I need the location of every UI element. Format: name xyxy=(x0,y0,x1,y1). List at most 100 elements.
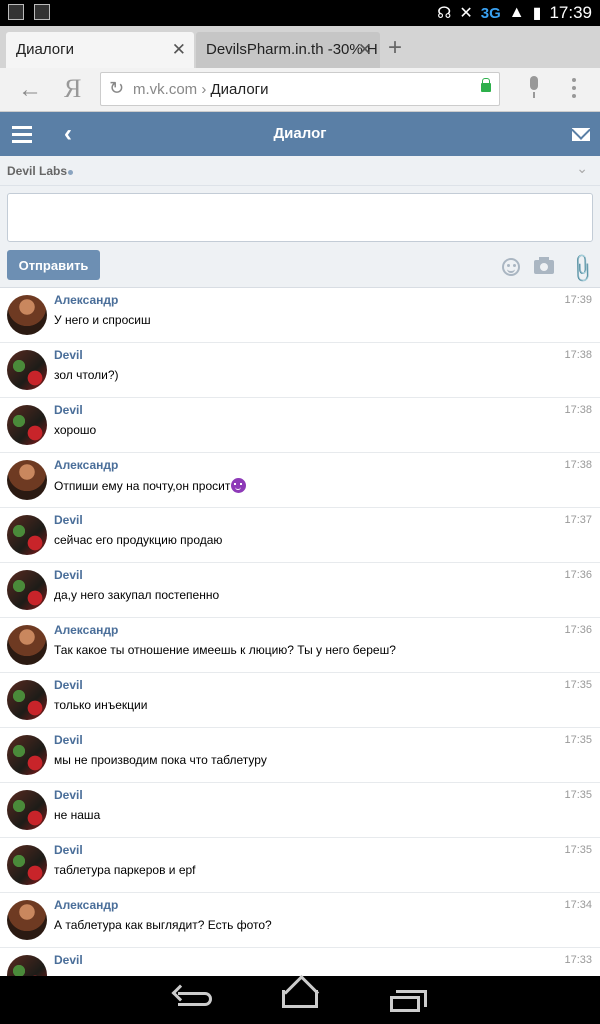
message-item[interactable]: Devil 17:38 хорошо xyxy=(0,398,600,453)
url-text: m.vk.com › Диалоги xyxy=(133,81,269,98)
message-time: 17:35 xyxy=(564,734,592,746)
message-time: 17:35 xyxy=(564,679,592,691)
mail-icon[interactable] xyxy=(572,128,590,141)
avatar[interactable] xyxy=(7,955,47,976)
message-author[interactable]: Александр xyxy=(54,293,118,307)
message-time: 17:35 xyxy=(564,844,592,856)
message-author[interactable]: Александр xyxy=(54,623,118,637)
message-text: таблетура паркеров и epf xyxy=(54,863,196,877)
battery-icon: ▮ xyxy=(532,5,542,22)
message-item[interactable]: Devil 17:35 только инъекции xyxy=(0,673,600,728)
menu-icon[interactable] xyxy=(572,78,576,102)
tab-label: DevilsPharm.in.th -30% H xyxy=(206,41,378,58)
url-separator: › xyxy=(197,81,211,98)
message-author[interactable]: Devil xyxy=(54,733,83,747)
message-time: 17:35 xyxy=(564,789,592,801)
nav-back-icon[interactable] xyxy=(178,992,212,1006)
message-input[interactable] xyxy=(7,193,593,242)
message-list: Александр 17:39 У него и спросиш Devil 1… xyxy=(0,288,600,976)
lock-icon xyxy=(481,78,491,92)
no-image-icon xyxy=(34,4,50,20)
smiley-icon[interactable] xyxy=(502,258,520,276)
avatar[interactable] xyxy=(7,790,47,830)
message-item[interactable]: Devil 17:37 сейчас его продукцию продаю xyxy=(0,508,600,563)
message-time: 17:37 xyxy=(564,514,592,526)
attachment-icon[interactable]: 📎 xyxy=(565,251,600,286)
message-item[interactable]: Devil 17:36 да,у него закупал постепенно xyxy=(0,563,600,618)
message-item[interactable]: Devil 17:33 xyxy=(0,948,600,976)
avatar[interactable] xyxy=(7,735,47,775)
url-path: Диалоги xyxy=(210,81,269,98)
avatar[interactable] xyxy=(7,350,47,390)
message-item[interactable]: Devil 17:35 мы не производим пока что та… xyxy=(0,728,600,783)
tab-devilspharm[interactable]: DevilsPharm.in.th -30% H ✕ xyxy=(196,32,380,68)
close-tab-icon[interactable]: ✕ xyxy=(172,40,186,60)
message-item[interactable]: Александр 17:38 Отпиши ему на почту,он п… xyxy=(0,453,600,508)
avatar[interactable] xyxy=(7,405,47,445)
message-author[interactable]: Devil xyxy=(54,348,83,362)
message-author[interactable]: Devil xyxy=(54,843,83,857)
url-field[interactable]: ↻ m.vk.com › Диалоги xyxy=(100,72,500,106)
notification-icon xyxy=(8,4,24,20)
message-text: хорошо xyxy=(54,423,97,437)
back-button[interactable]: ← xyxy=(18,76,42,104)
message-text-wrap: Отпиши ему на почту,он просит xyxy=(54,478,247,493)
chevron-down-icon[interactable]: ⌄ xyxy=(576,160,588,177)
avatar[interactable] xyxy=(7,460,47,500)
message-time: 17:36 xyxy=(564,569,592,581)
avatar[interactable] xyxy=(7,900,47,940)
microphone-icon[interactable] xyxy=(528,76,540,98)
message-time: 17:33 xyxy=(564,954,592,966)
dialog-name: Devil Labs xyxy=(7,164,68,178)
message-author[interactable]: Devil xyxy=(54,403,83,417)
message-item[interactable]: Александр 17:36 Так какое ты отношение и… xyxy=(0,618,600,673)
message-author[interactable]: Александр xyxy=(54,458,118,472)
message-text: А таблетура как выглядит? Есть фото? xyxy=(54,918,272,932)
nav-home-icon[interactable] xyxy=(282,990,318,1008)
message-time: 17:36 xyxy=(564,624,592,636)
tab-dialogs[interactable]: Диалоги ✕ xyxy=(6,32,194,68)
message-author[interactable]: Devil xyxy=(54,568,83,582)
message-author[interactable]: Александр xyxy=(54,898,118,912)
online-status-dot xyxy=(68,170,73,175)
message-author[interactable]: Devil xyxy=(54,513,83,527)
yandex-logo[interactable]: Я xyxy=(64,74,81,104)
network-type: 3G xyxy=(480,4,501,22)
message-text: Отпиши ему на почту,он просит xyxy=(54,479,231,493)
message-text: только инъекции xyxy=(54,698,148,712)
camera-icon[interactable] xyxy=(534,257,554,274)
new-tab-button[interactable]: + xyxy=(388,34,402,62)
reload-icon[interactable]: ↻ xyxy=(109,78,124,99)
address-bar: ← Я ↻ m.vk.com › Диалоги xyxy=(0,68,600,112)
message-author[interactable]: Devil xyxy=(54,788,83,802)
avatar[interactable] xyxy=(7,845,47,885)
nav-recents-icon[interactable] xyxy=(390,990,427,1012)
clock: 17:39 xyxy=(549,3,592,22)
message-author[interactable]: Devil xyxy=(54,953,83,967)
message-text: У него и спросиш xyxy=(54,313,151,327)
message-item[interactable]: Devil 17:35 таблетура паркеров и epf xyxy=(0,838,600,893)
page-title: Диалог xyxy=(273,125,327,142)
message-item[interactable]: Devil 17:35 не наша xyxy=(0,783,600,838)
mute-icon: ✕ xyxy=(459,5,473,22)
android-nav-bar xyxy=(0,976,600,1024)
url-host: m.vk.com xyxy=(133,81,198,98)
avatar[interactable] xyxy=(7,295,47,335)
signal-icon: ▲ xyxy=(508,4,525,21)
message-item[interactable]: Александр 17:39 У него и спросиш xyxy=(0,288,600,343)
message-time: 17:38 xyxy=(564,459,592,471)
message-time: 17:34 xyxy=(564,899,592,911)
send-button[interactable]: Отправить xyxy=(7,250,100,280)
message-time: 17:38 xyxy=(564,404,592,416)
avatar[interactable] xyxy=(7,515,47,555)
avatar[interactable] xyxy=(7,625,47,665)
avatar[interactable] xyxy=(7,570,47,610)
close-tab-icon[interactable]: ✕ xyxy=(358,40,372,60)
devil-emoji-icon xyxy=(231,478,247,493)
message-author[interactable]: Devil xyxy=(54,678,83,692)
dialog-bar[interactable]: Devil Labs ⌄ xyxy=(0,156,600,186)
message-item[interactable]: Devil 17:38 зол чтоли?) xyxy=(0,343,600,398)
message-text: не наша xyxy=(54,808,101,822)
avatar[interactable] xyxy=(7,680,47,720)
message-item[interactable]: Александр 17:34 А таблетура как выглядит… xyxy=(0,893,600,948)
